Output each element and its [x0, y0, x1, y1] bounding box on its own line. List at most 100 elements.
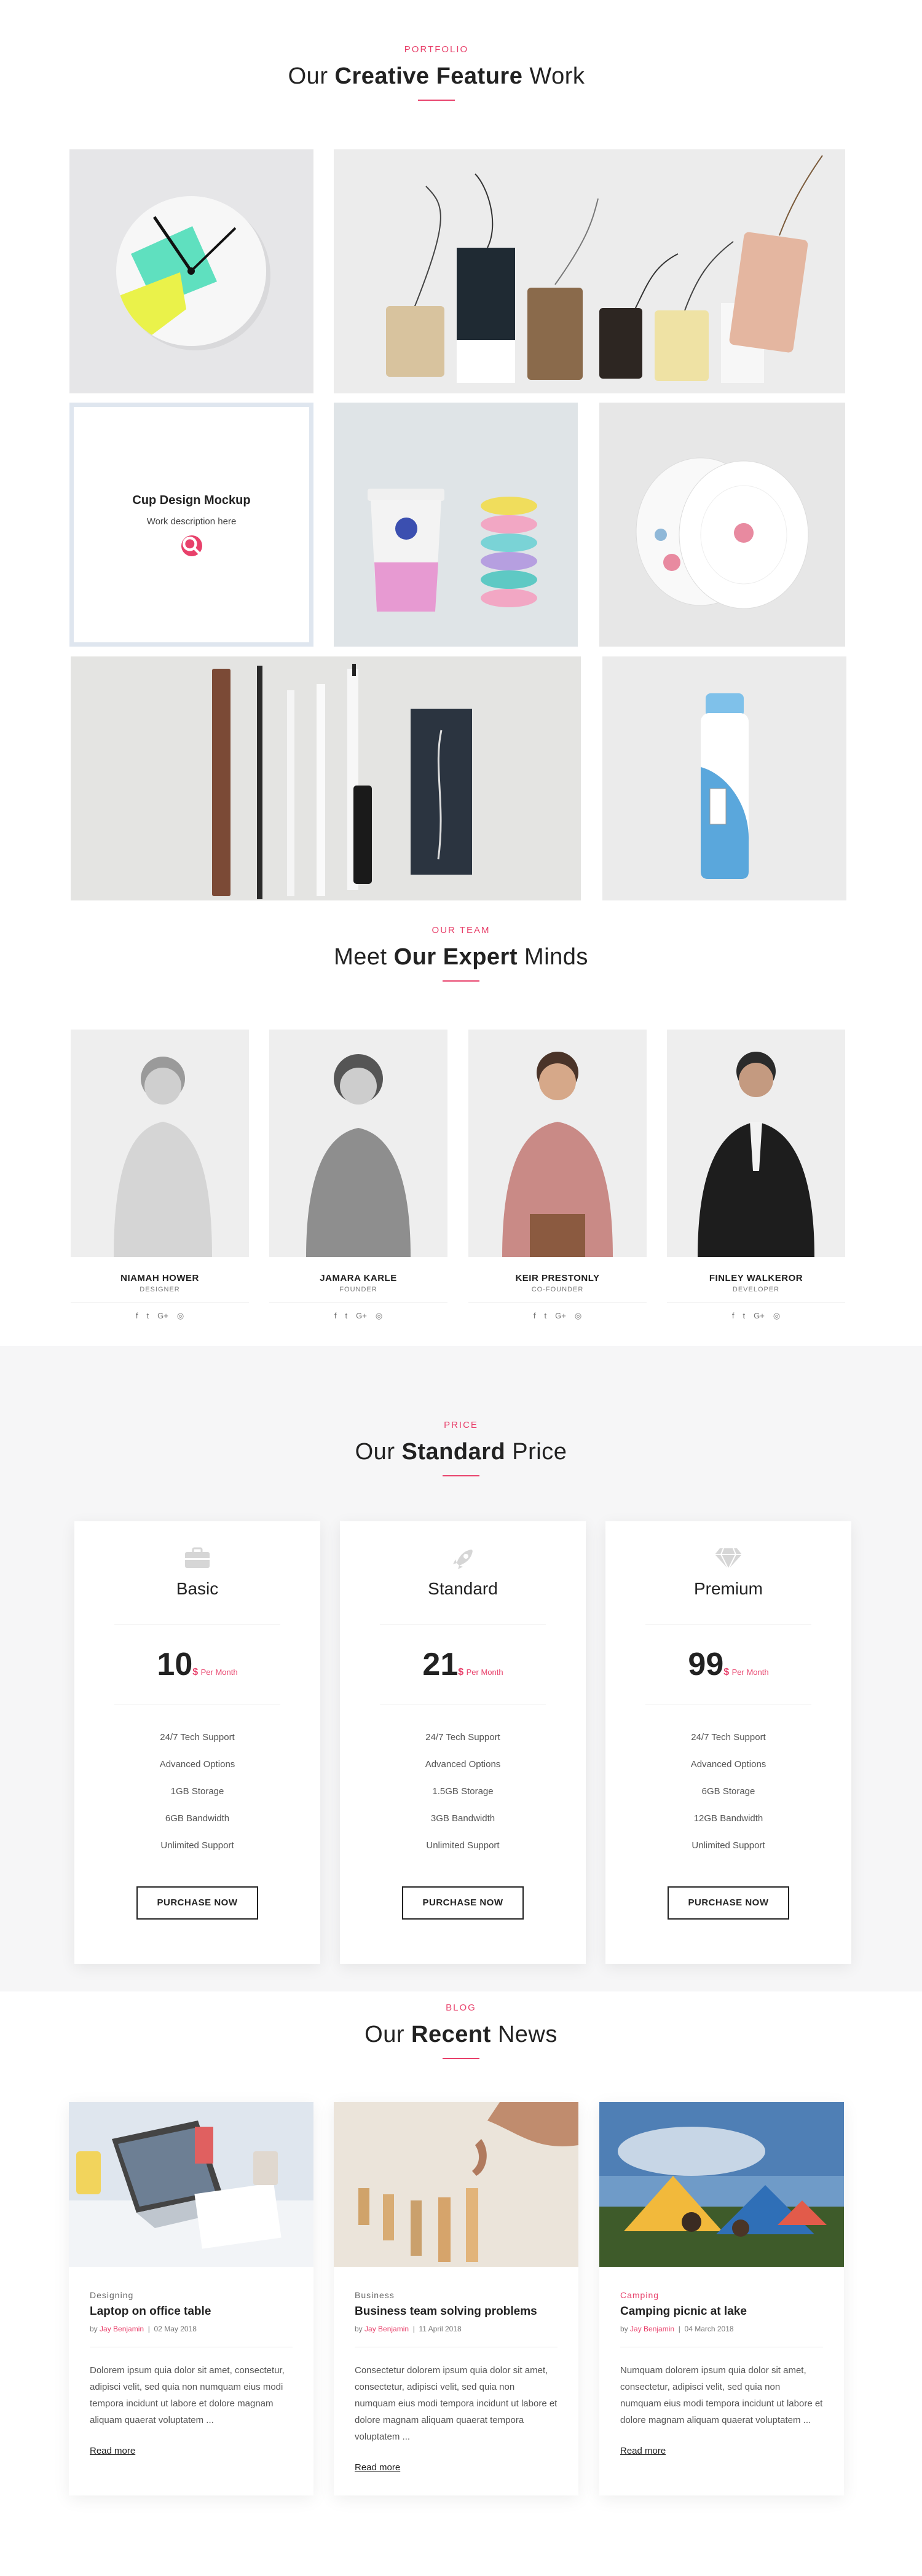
team-member-role: DEVELOPER [732, 1286, 780, 1293]
search-icon [182, 536, 200, 554]
portfolio-item-tags[interactable] [334, 149, 845, 393]
price-header: PRICE Our Standard Price [0, 1420, 922, 1476]
facebook-icon[interactable]: f [334, 1311, 337, 1321]
portfolio-item-bottle[interactable] [602, 656, 846, 900]
purchase-button[interactable]: PURCHASE NOW [402, 1886, 524, 1920]
google-plus-icon[interactable]: G+ [157, 1311, 168, 1321]
team-member-name: KEIR PRESTONLY [515, 1273, 600, 1283]
blog-post-meta: by Jay Benjamin | 02 May 2018 [90, 2325, 197, 2333]
plan-feature: Advanced Options [690, 1759, 766, 1770]
twitter-icon[interactable]: t [146, 1311, 149, 1321]
blog-post-category[interactable]: Camping [620, 2290, 823, 2300]
team-eyebrow: OUR TEAM [431, 925, 491, 935]
blog-post-author[interactable]: Jay Benjamin [630, 2325, 674, 2333]
twitter-icon[interactable]: t [544, 1311, 546, 1321]
blog-section: BLOG Our Recent News Designing Laptop on… [0, 1991, 922, 2576]
plan-feature: Advanced Options [425, 1759, 501, 1770]
portfolio-item-clock[interactable] [69, 149, 313, 393]
coffee-image [334, 403, 578, 647]
tags-image [334, 149, 845, 393]
plan-feature: Unlimited Support [426, 1840, 500, 1851]
instagram-icon[interactable]: ◎ [575, 1311, 581, 1321]
facebook-icon[interactable]: f [732, 1311, 735, 1321]
price-card-basic: Basic 10$ Per Month 24/7 Tech Support Ad… [74, 1521, 320, 1964]
instagram-icon[interactable]: ◎ [177, 1311, 184, 1321]
google-plus-icon[interactable]: G+ [356, 1311, 367, 1321]
blog-title: Our Recent News [364, 2022, 558, 2047]
purchase-button[interactable]: PURCHASE NOW [668, 1886, 789, 1920]
team-member-photo [71, 1030, 249, 1257]
portfolio-item-cup-hover[interactable]: Cup Design Mockup Work description here [69, 403, 313, 647]
blog-post-card: Business Business team solving problems … [334, 2102, 578, 2495]
plan-features: 24/7 Tech Support Advanced Options 1GB S… [74, 1724, 320, 1859]
social-links: f t G+ ◎ [667, 1311, 845, 1321]
social-links: f t G+ ◎ [269, 1311, 447, 1321]
blog-post-author[interactable]: Jay Benjamin [364, 2325, 409, 2333]
plan-feature: 6GB Bandwidth [165, 1813, 230, 1824]
google-plus-icon[interactable]: G+ [754, 1311, 765, 1321]
blog-header: BLOG Our Recent News [0, 2003, 922, 2059]
blog-post-meta: by Jay Benjamin | 11 April 2018 [355, 2325, 462, 2333]
instagram-icon[interactable]: ◎ [376, 1311, 382, 1321]
blog-post-category[interactable]: Business [355, 2290, 558, 2300]
blog-post-title[interactable]: Business team solving problems [355, 2305, 558, 2318]
team-member-photo [468, 1030, 647, 1257]
team-member-name: NIAMAH HOWER [120, 1273, 199, 1283]
plan-features: 24/7 Tech Support Advanced Options 6GB S… [605, 1724, 851, 1859]
blog-post-thumbnail[interactable] [334, 2102, 578, 2267]
portfolio-item-plates[interactable] [599, 403, 845, 647]
plan-feature: 3GB Bandwidth [430, 1813, 495, 1824]
page: PORTFOLIO Our Creative Feature Work Cup … [0, 0, 922, 2576]
price-eyebrow: PRICE [444, 1420, 478, 1430]
plates-image [599, 403, 845, 647]
blog-post-card: Designing Laptop on office table by Jay … [69, 2102, 313, 2495]
blog-post-title[interactable]: Laptop on office table [90, 2305, 293, 2318]
twitter-icon[interactable]: t [345, 1311, 347, 1321]
portfolio-item-stationery[interactable] [71, 656, 581, 900]
plan-feature: Unlimited Support [160, 1840, 234, 1851]
blog-post-excerpt: Dolorem ipsum quia dolor sit amet, conse… [90, 2365, 285, 2425]
team-member-role: DESIGNER [140, 1286, 180, 1293]
blog-post-category[interactable]: Designing [90, 2290, 293, 2300]
blog-post-meta: by Jay Benjamin | 04 March 2018 [620, 2325, 734, 2333]
team-section: OUR TEAM Meet Our Expert Minds NIAMAH HO… [0, 910, 922, 1346]
plan-features: 24/7 Tech Support Advanced Options 1.5GB… [340, 1724, 586, 1859]
plan-feature: 1GB Storage [170, 1786, 224, 1797]
portfolio-header: PORTFOLIO Our Creative Feature Work [0, 44, 873, 101]
plan-price: 10$ Per Month [157, 1647, 238, 1682]
team-member-card: KEIR PRESTONLY CO-FOUNDER f t G+ ◎ [468, 1030, 647, 1321]
team-member-card: FINLEY WALKEROR DEVELOPER f t G+ ◎ [667, 1030, 845, 1321]
plan-feature: 6GB Storage [701, 1786, 755, 1797]
team-member-role: CO-FOUNDER [531, 1286, 584, 1293]
blog-post-excerpt: Numquam dolorem ipsum quia dolor sit ame… [620, 2365, 823, 2425]
read-more-link[interactable]: Read more [620, 2446, 666, 2456]
purchase-button[interactable]: PURCHASE NOW [136, 1886, 258, 1920]
blog-post-title[interactable]: Camping picnic at lake [620, 2305, 823, 2318]
team-member-photo [269, 1030, 447, 1257]
team-member-name: JAMARA KARLE [320, 1273, 397, 1283]
team-header: OUR TEAM Meet Our Expert Minds [0, 925, 922, 982]
blog-post-thumbnail[interactable] [599, 2102, 844, 2267]
facebook-icon[interactable]: f [136, 1311, 138, 1321]
instagram-icon[interactable]: ◎ [773, 1311, 780, 1321]
blog-eyebrow: BLOG [446, 2003, 476, 2013]
plan-feature: Advanced Options [159, 1759, 235, 1770]
blog-post-author[interactable]: Jay Benjamin [100, 2325, 144, 2333]
google-plus-icon[interactable]: G+ [555, 1311, 566, 1321]
portfolio-hover-title: Cup Design Mockup [132, 493, 251, 507]
blog-post-date: 02 May 2018 [154, 2325, 197, 2333]
blog-post-date: 04 March 2018 [684, 2325, 734, 2333]
zoom-button[interactable] [181, 535, 202, 556]
read-more-link[interactable]: Read more [355, 2462, 400, 2473]
blog-post-date: 11 April 2018 [419, 2325, 462, 2333]
blog-post-thumbnail[interactable] [69, 2102, 313, 2267]
portfolio-eyebrow: PORTFOLIO [404, 44, 469, 55]
team-title: Meet Our Expert Minds [334, 944, 588, 970]
team-member-name: FINLEY WALKEROR [709, 1273, 803, 1283]
plan-feature: 24/7 Tech Support [691, 1732, 766, 1743]
twitter-icon[interactable]: t [743, 1311, 745, 1321]
read-more-link[interactable]: Read more [90, 2446, 135, 2456]
facebook-icon[interactable]: f [534, 1311, 536, 1321]
title-underline [443, 2058, 479, 2059]
portfolio-item-coffee[interactable] [334, 403, 578, 647]
